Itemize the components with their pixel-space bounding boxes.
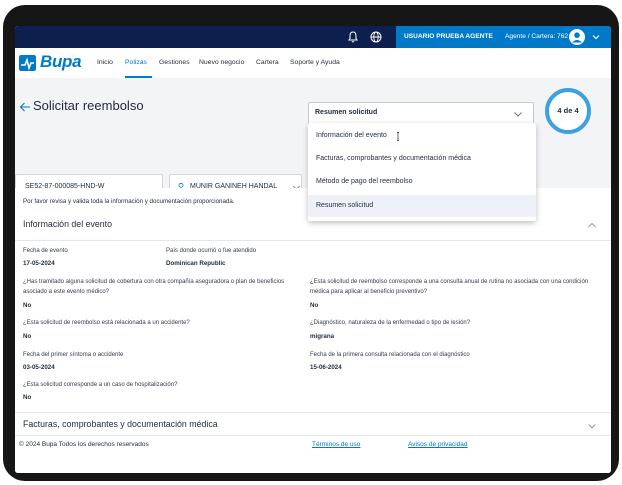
main-nav: Bupa Inicio Polizas Gestiones Nuevo nego…: [15, 48, 611, 78]
menu-item-label: Información del evento: [316, 132, 387, 139]
logo-text: Bupa: [40, 52, 82, 71]
tablet-bezel: USUARIO PRUEBA AGENTE Agente / Cartera: …: [3, 5, 619, 481]
intro-text: Por favor revisa y valida toda la inform…: [23, 198, 235, 205]
user-name: USUARIO PRUEBA AGENTE: [404, 33, 493, 40]
text-cursor-icon: [397, 132, 399, 141]
field-value: 17-05-2024: [23, 260, 55, 267]
field-label: Fecha de evento: [23, 248, 68, 254]
field-value: No: [23, 333, 32, 340]
field-label: ¿Esta solicitud de reembolso corresponde…: [310, 279, 589, 295]
user-menu[interactable]: USUARIO PRUEBA AGENTE Agente / Cartera: …: [396, 26, 611, 48]
nav-item-polizas[interactable]: Polizas: [125, 59, 147, 66]
nav-item-cartera[interactable]: Cartera: [256, 59, 279, 66]
field-label: Fecha de la primera consulta relacionada…: [310, 352, 470, 358]
chevron-up-icon[interactable]: [587, 221, 597, 229]
page-title: Solicitar reembolso: [33, 98, 144, 113]
section-title-documents[interactable]: Facturas, comprobantes y documentación m…: [23, 419, 218, 429]
chevron-down-icon[interactable]: [587, 422, 597, 430]
menu-item-label: Resumen solicitud: [316, 202, 374, 209]
field-value: 03-05-2024: [23, 364, 55, 371]
field-value: No: [23, 302, 32, 309]
logo-mark-icon: [19, 55, 36, 71]
chevron-down-icon: [514, 112, 522, 117]
copyright-text: © 2024 Bupa Todos los derechos reservado…: [19, 441, 149, 448]
page-footer: © 2024 Bupa Todos los derechos reservado…: [15, 435, 611, 473]
menu-item-payment-method[interactable]: Método de pago del reembolso: [308, 171, 536, 193]
privacy-link[interactable]: Avisos de privacidad: [408, 441, 468, 448]
field-label: País donde ocurrió o fue atendido: [166, 248, 257, 254]
section-select-value: Resumen solicitud: [315, 109, 378, 116]
section-divider: [15, 240, 611, 241]
nav-item-gestiones[interactable]: Gestiones: [159, 59, 190, 66]
field-label: Fecha del primer síntoma o accidente: [23, 352, 124, 358]
menu-item-event-info[interactable]: Información del evento: [308, 125, 536, 147]
field-label: ¿Diagnóstico, naturaleza de la enfermeda…: [310, 320, 471, 326]
nav-item-nuevo-negocio[interactable]: Nuevo negocio: [199, 59, 244, 66]
section-divider: [15, 412, 611, 413]
top-bar: USUARIO PRUEBA AGENTE Agente / Cartera: …: [15, 26, 611, 48]
field-label: ¿Has tramitado alguna solicitud de cober…: [23, 279, 285, 295]
menu-item-label: Facturas, comprobantes y documentación m…: [316, 155, 471, 162]
menu-item-invoices-docs[interactable]: Facturas, comprobantes y documentación m…: [308, 148, 536, 170]
field-value: migrana: [310, 333, 335, 340]
bell-icon[interactable]: [346, 30, 360, 44]
section-title-event[interactable]: Información del evento: [23, 219, 112, 229]
section-dropdown-menu: Información del evento Facturas, comprob…: [308, 123, 536, 221]
app-screen: USUARIO PRUEBA AGENTE Agente / Cartera: …: [15, 26, 611, 473]
menu-item-label: Método de pago del reembolso: [316, 178, 413, 185]
field-value: Dominican Republic: [166, 260, 226, 267]
user-role: Agente / Cartera: 762: [505, 33, 569, 40]
user-avatar-icon: [569, 29, 585, 45]
field-label: ¿Esta solicitud corresponde a un caso de…: [23, 382, 178, 388]
field-value: No: [310, 302, 319, 309]
back-arrow-icon[interactable]: [19, 101, 31, 113]
nav-item-inicio[interactable]: Inicio: [97, 59, 113, 66]
field-value: 15-06-2024: [310, 364, 342, 371]
field-label: ¿Esta solicitud de reembolso está relaci…: [23, 320, 190, 326]
summary-content: Por favor revisa y valida toda la inform…: [15, 188, 611, 473]
step-indicator-text: 4 de 4: [557, 106, 579, 115]
globe-icon[interactable]: [369, 30, 383, 44]
device-frame: USUARIO PRUEBA AGENTE Agente / Cartera: …: [0, 0, 622, 485]
field-value: No: [23, 394, 32, 401]
nav-item-soporte[interactable]: Soporte y Ayuda: [290, 59, 340, 66]
step-progress-indicator: 4 de 4: [545, 88, 591, 134]
terms-link[interactable]: Términos de uso: [312, 441, 360, 448]
menu-item-summary[interactable]: Resumen solicitud: [308, 195, 536, 217]
chevron-down-icon: [592, 35, 600, 40]
